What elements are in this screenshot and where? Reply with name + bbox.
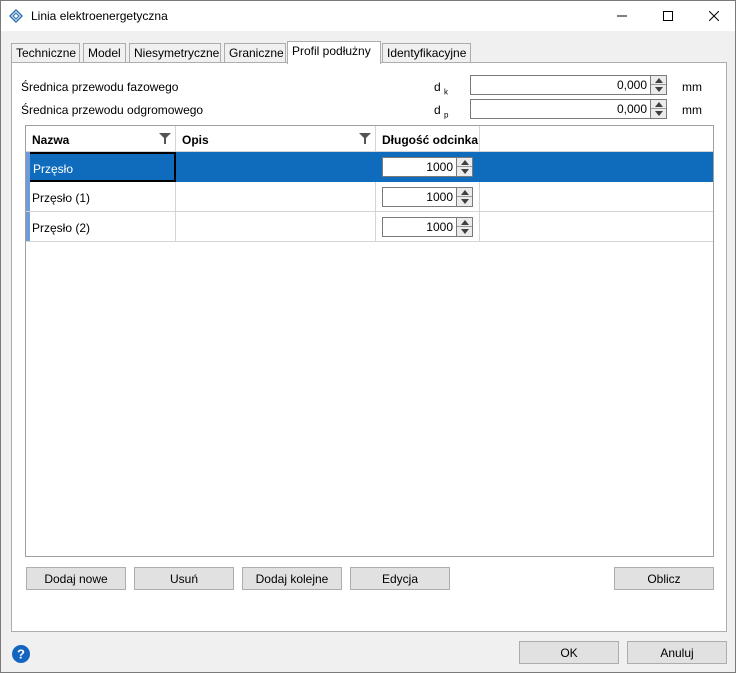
compute-button[interactable]: Oblicz	[614, 567, 714, 590]
maximize-button[interactable]	[645, 1, 691, 31]
length-spinner[interactable]	[456, 157, 473, 177]
length-spinner[interactable]	[456, 217, 473, 237]
table-row[interactable]: Przęsło (1) 1000	[26, 182, 713, 212]
tab-techniczne[interactable]: Techniczne	[11, 43, 80, 63]
phase-diameter-spinner[interactable]	[650, 75, 667, 95]
tab-model[interactable]: Model	[83, 43, 126, 63]
ground-diameter-spinner[interactable]	[650, 99, 667, 119]
maximize-icon	[663, 11, 673, 21]
ok-button[interactable]: OK	[519, 641, 619, 664]
cancel-button[interactable]: Anuluj	[627, 641, 727, 664]
spin-down-icon[interactable]	[651, 109, 666, 118]
length-input[interactable]: 1000	[382, 157, 458, 177]
sections-grid[interactable]: Nazwa Opis Długość odcinka Przęsło 1000	[25, 125, 714, 557]
edit-button[interactable]: Edycja	[350, 567, 450, 590]
ground-diameter-input[interactable]: 0,000	[470, 99, 652, 119]
ground-diameter-label: Średnica przewodu odgromowego	[21, 103, 204, 117]
tab-graniczne[interactable]: Graniczne	[224, 43, 286, 63]
cell-empty	[480, 212, 713, 242]
cell-dlugosc[interactable]: 1000	[376, 212, 480, 242]
tab-niesymetryczne[interactable]: Niesymetryczne	[129, 43, 221, 63]
length-input[interactable]: 1000	[382, 187, 458, 207]
help-icon[interactable]: ?	[11, 644, 31, 664]
window-title: Linia elektroenergetyczna	[31, 9, 168, 23]
tab-identyfikacyjne[interactable]: Identyfikacyjne	[382, 43, 471, 63]
cell-empty	[480, 152, 713, 182]
cell-opis[interactable]	[176, 182, 376, 212]
add-next-button[interactable]: Dodaj kolejne	[242, 567, 342, 590]
spin-up-icon[interactable]	[457, 218, 472, 227]
row-marker	[26, 152, 30, 182]
add-new-button[interactable]: Dodaj nowe	[26, 567, 126, 590]
cell-opis[interactable]	[176, 212, 376, 242]
cell-dlugosc[interactable]: 1000	[376, 152, 480, 182]
phase-diameter-label: Średnica przewodu fazowego	[21, 80, 179, 94]
spin-up-icon[interactable]	[651, 76, 666, 85]
cell-nazwa[interactable]: Przęsło (1)	[26, 182, 176, 212]
spin-down-icon[interactable]	[651, 85, 666, 94]
column-header-nazwa[interactable]: Nazwa	[26, 126, 176, 152]
app-diamond-icon	[9, 9, 23, 23]
close-icon	[709, 11, 719, 21]
minimize-icon	[617, 15, 627, 17]
spin-up-icon[interactable]	[457, 188, 472, 197]
table-row[interactable]: Przęsło (2) 1000	[26, 212, 713, 242]
tab-profil-podluzny[interactable]: Profil podłużny	[287, 41, 381, 64]
cell-dlugosc[interactable]: 1000	[376, 182, 480, 212]
spin-down-icon[interactable]	[457, 197, 472, 206]
cell-opis[interactable]	[176, 152, 376, 182]
column-header-label: Nazwa	[32, 133, 70, 147]
column-header-label: Opis	[182, 133, 209, 147]
minimize-button[interactable]	[599, 1, 645, 31]
phase-diameter-unit: mm	[682, 80, 702, 94]
length-input[interactable]: 1000	[382, 217, 458, 237]
ground-diameter-unit: mm	[682, 103, 702, 117]
spin-down-icon[interactable]	[457, 227, 472, 236]
remove-button[interactable]: Usuń	[134, 567, 234, 590]
title-bar[interactable]: Linia elektroenergetyczna	[1, 1, 735, 31]
close-button[interactable]	[691, 1, 736, 31]
cell-nazwa[interactable]: Przęsło	[26, 152, 176, 182]
table-row[interactable]: Przęsło 1000	[26, 152, 713, 182]
filter-icon[interactable]	[359, 132, 371, 144]
spin-up-icon[interactable]	[651, 100, 666, 109]
phase-diameter-symbol: d k	[434, 80, 449, 97]
spin-up-icon[interactable]	[457, 158, 472, 167]
column-header-opis[interactable]: Opis	[176, 126, 376, 152]
svg-text:?: ?	[17, 647, 25, 662]
tab-panel: Średnica przewodu fazowego d k 0,000 mm …	[11, 62, 727, 632]
spin-down-icon[interactable]	[457, 167, 472, 176]
column-header-empty	[480, 126, 713, 152]
length-spinner[interactable]	[456, 187, 473, 207]
cell-empty	[480, 182, 713, 212]
phase-diameter-input[interactable]: 0,000	[470, 75, 652, 95]
column-header-dlugosc[interactable]: Długość odcinka	[376, 126, 480, 152]
ground-diameter-symbol: d p	[434, 103, 449, 120]
cell-nazwa[interactable]: Przęsło (2)	[26, 212, 176, 242]
filter-icon[interactable]	[159, 132, 171, 144]
dialog-window: Linia elektroenergetyczna Techniczne Mod…	[0, 0, 736, 673]
